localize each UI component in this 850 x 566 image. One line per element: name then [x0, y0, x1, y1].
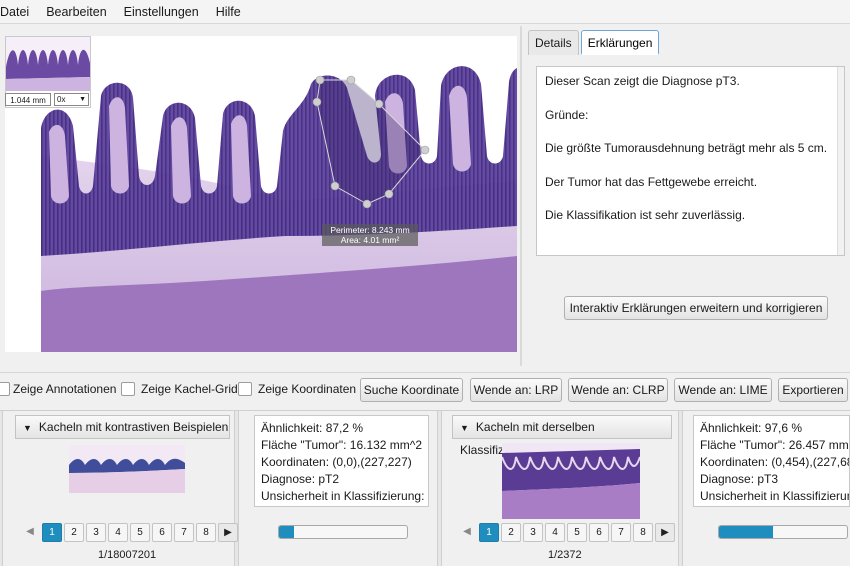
collapse-triangle-icon: ▼: [23, 423, 32, 433]
checkbox-label: Zeige Kachel-Grid: [141, 382, 238, 396]
uncertainty-progress-bar: [718, 525, 848, 539]
page-button[interactable]: 8: [633, 523, 653, 542]
zoom-select[interactable]: 0x ▼: [54, 93, 89, 106]
area-text: Area: 4.01 mm²: [340, 235, 400, 245]
panel-separator: [0, 411, 3, 566]
measurement-label: Perimeter: 8.243 mm Area: 4.01 mm²: [322, 224, 418, 246]
scrollbar[interactable]: [837, 67, 844, 255]
info-line: Koordinaten: (0,0),(227,227): [261, 455, 412, 469]
panel-separator: [437, 411, 442, 566]
info-line: Ähnlichkeit: 87,2 %: [261, 421, 364, 435]
page-button[interactable]: 6: [152, 523, 172, 542]
page-button[interactable]: 2: [501, 523, 521, 542]
split-divider[interactable]: [520, 26, 522, 366]
apply-clrp-button[interactable]: Wende an: CLRP: [568, 378, 668, 402]
page-button[interactable]: 2: [64, 523, 84, 542]
uncertainty-fill: [719, 526, 773, 538]
tab-erklaerungen[interactable]: Erklärungen: [580, 30, 660, 55]
checkbox-label: Zeige Annotationen: [13, 382, 117, 396]
next-page-icon[interactable]: ▶: [655, 523, 675, 542]
scale-bar: 1.044 mm: [5, 93, 51, 106]
toolbar: Zeige Annotationen Zeige Kachel-Grid Zei…: [0, 372, 850, 406]
page-button[interactable]: 5: [130, 523, 150, 542]
explanation-text-area[interactable]: Dieser Scan zeigt die Diagnose pT3. Grün…: [536, 66, 845, 256]
chevron-down-icon: ▼: [79, 96, 86, 103]
apply-lrp-button[interactable]: Wende an: LRP: [470, 378, 562, 402]
zoom-value: 0x: [57, 95, 66, 104]
apply-lime-button[interactable]: Wende an: LIME: [674, 378, 772, 402]
explanation-line: Dieser Scan zeigt die Diagnose pT3.: [545, 74, 740, 88]
uncertainty-progress-bar: [278, 525, 408, 539]
contrastive-panel-header[interactable]: ▼ Kacheln mit kontrastiven Beispielen: [15, 415, 230, 439]
info-line: Fläche "Tumor": 16.132 mm^2: [261, 438, 423, 452]
menu-datei[interactable]: Datei: [0, 0, 42, 24]
menu-bar: Datei Bearbeiten Einstellungen Hilfe: [0, 0, 850, 24]
same-class-panel-header[interactable]: ▼ Kacheln mit derselben Klassifizierung: [452, 415, 672, 457]
tab-bar: Details Erklärungen: [528, 30, 661, 55]
perimeter-text: Perimeter: 8.243 mm: [330, 225, 410, 235]
tab-details[interactable]: Details: [528, 30, 579, 55]
info-line: Diagnose: pT3: [700, 472, 779, 486]
contrastive-info-box: Ähnlichkeit: 87,2 % Fläche "Tumor": 16.1…: [254, 415, 429, 507]
info-line: Ähnlichkeit: 97,6 %: [700, 421, 803, 435]
page-button[interactable]: 8: [196, 523, 216, 542]
contrastive-pager: ◀ 1 2 3 4 5 6 7 8 ▶: [20, 523, 240, 543]
info-line: Diagnose: pT2: [261, 472, 340, 486]
page-button[interactable]: 4: [108, 523, 128, 542]
page-button[interactable]: 5: [567, 523, 587, 542]
page-count: 1/18007201: [98, 549, 157, 561]
collapse-triangle-icon: ▼: [460, 423, 469, 433]
page-count: 1/2372: [548, 549, 582, 561]
info-line: Koordinaten: (0,454),(227,681): [700, 455, 850, 469]
explanation-line: Der Tumor hat das Fettgewebe erreicht.: [545, 174, 758, 189]
page-button[interactable]: 7: [611, 523, 631, 542]
explanation-line: Die Klassifikation ist sehr zuverlässig.: [545, 208, 746, 222]
page-button[interactable]: 3: [523, 523, 543, 542]
tile-comparison-area: ▼ Kacheln mit kontrastiven Beispielen ◀ 1…: [0, 410, 850, 566]
menu-hilfe[interactable]: Hilfe: [212, 0, 254, 24]
page-button[interactable]: 6: [589, 523, 609, 542]
panel-title: Kacheln mit kontrastiven Beispielen: [38, 420, 229, 434]
contrastive-tile-image[interactable]: [69, 445, 185, 493]
page-button[interactable]: 4: [545, 523, 565, 542]
explanation-line: Gründe:: [545, 107, 589, 122]
checkbox-label: Zeige Koordinaten: [258, 382, 357, 396]
export-button[interactable]: Exportieren: [778, 378, 848, 402]
page-button[interactable]: 7: [174, 523, 194, 542]
next-page-icon[interactable]: ▶: [218, 523, 238, 542]
page-button[interactable]: 1: [42, 523, 62, 542]
checkbox-annotations[interactable]: [0, 382, 10, 396]
panel-separator: [678, 411, 683, 566]
same-class-info-box: Ähnlichkeit: 97,6 % Fläche "Tumor": 26.4…: [693, 415, 850, 507]
menu-bearbeiten[interactable]: Bearbeiten: [42, 0, 119, 24]
menu-einstellungen[interactable]: Einstellungen: [120, 0, 212, 24]
checkbox-coordinates[interactable]: [238, 382, 252, 396]
info-line: Unsicherheit in Klassifizierung:: [700, 489, 850, 503]
explanation-panel: Details Erklärungen Dieser Scan zeigt di…: [524, 26, 850, 366]
expand-explanations-button[interactable]: Interaktiv Erklärungen erweitern und kor…: [564, 296, 828, 320]
search-coordinate-button[interactable]: Suche Koordinate: [360, 378, 463, 402]
prev-page-icon[interactable]: ◀: [20, 523, 40, 542]
same-class-pager: ◀ 1 2 3 4 5 6 7 8 ▶: [457, 523, 677, 543]
same-class-tile-image[interactable]: [502, 443, 640, 519]
prev-page-icon[interactable]: ◀: [457, 523, 477, 542]
info-line: Fläche "Tumor": 26.457 mm^2: [700, 438, 850, 452]
info-line: Unsicherheit in Klassifizierung:: [261, 489, 425, 503]
checkbox-tile-grid[interactable]: [121, 382, 135, 396]
page-button[interactable]: 1: [479, 523, 499, 542]
explanation-line: Die größte Tumorausdehnung beträgt mehr …: [545, 141, 828, 155]
page-button[interactable]: 3: [86, 523, 106, 542]
uncertainty-fill: [279, 526, 295, 538]
